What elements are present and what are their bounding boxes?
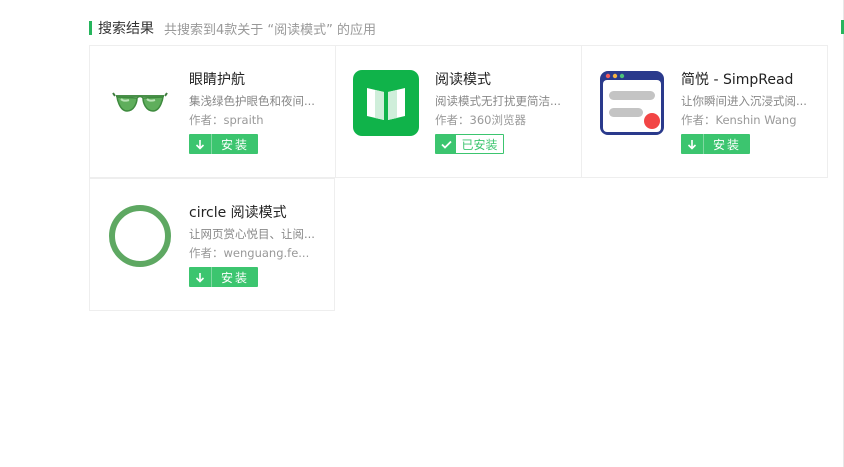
author-name: 360浏览器 [469,113,526,127]
app-grid: 眼睛护航 集浅绿色护眼色和夜间... 作者：spraith 安装 阅读模式 阅读… [89,45,828,311]
header-accent-bar [89,21,92,35]
app-author: 作者：spraith [189,112,324,128]
download-arrow-icon [189,134,212,154]
app-description: 让你瞬间进入沉浸式阅... [681,94,807,108]
installed-button-label: 已安装 [461,137,498,152]
app-author: 作者：Kenshin Wang [681,112,816,128]
install-button[interactable]: 安装 [681,134,750,154]
author-label: 作者： [681,113,716,127]
app-author: 作者：360浏览器 [435,112,570,128]
author-label: 作者： [189,246,224,260]
app-info: 眼睛护航 集浅绿色护眼色和夜间... 作者：spraith 安装 [189,71,324,154]
green-sunglasses-icon[interactable] [105,68,175,138]
app-author: 作者：wenguang.fe... [189,245,324,261]
app-card[interactable]: 简悦 - SimpRead 让你瞬间进入沉浸式阅... 作者：Kenshin W… [581,45,828,178]
browser-window-icon[interactable] [597,68,667,138]
search-results-page: 搜索结果 共搜索到4款关于 “阅读模式” 的应用 眼睛护航 集浅绿色护眼色和夜间… [0,0,844,467]
author-label: 作者： [189,113,224,127]
author-name: spraith [223,113,264,127]
installed-button[interactable]: 已安装 [435,134,504,154]
app-info: 简悦 - SimpRead 让你瞬间进入沉浸式阅... 作者：Kenshin W… [681,71,816,154]
app-description: 集浅绿色护眼色和夜间... [189,94,315,108]
app-card[interactable]: 阅读模式 阅读模式无打扰更简洁... 作者：360浏览器 已安装 [335,45,581,178]
results-header: 搜索结果 共搜索到4款关于 “阅读模式” 的应用 [89,18,376,38]
app-description: 让网页赏心悦目、让阅... [189,227,315,241]
app-info: circle 阅读模式 让网页赏心悦目、让阅... 作者：wenguang.fe… [189,204,324,287]
install-button-label: 安装 [220,270,249,285]
app-name[interactable]: circle 阅读模式 [189,204,324,222]
install-button-label: 安装 [712,137,741,152]
results-title: 搜索结果 [98,21,154,37]
app-name[interactable]: 眼睛护航 [189,71,324,89]
green-ring-icon[interactable] [105,201,175,271]
author-name: wenguang.fe... [223,246,310,260]
app-name[interactable]: 简悦 - SimpRead [681,71,816,89]
app-card[interactable]: 眼睛护航 集浅绿色护眼色和夜间... 作者：spraith 安装 [89,45,335,178]
results-count-text: 共搜索到4款关于 “阅读模式” 的应用 [164,22,377,38]
app-card[interactable]: circle 阅读模式 让网页赏心悦目、让阅... 作者：wenguang.fe… [89,178,335,311]
app-description: 阅读模式无打扰更简洁... [435,94,561,108]
app-info: 阅读模式 阅读模式无打扰更简洁... 作者：360浏览器 已安装 [435,71,570,154]
author-label: 作者： [435,113,470,127]
download-arrow-icon [681,134,704,154]
checkmark-icon [436,135,456,153]
app-name[interactable]: 阅读模式 [435,71,570,89]
install-button[interactable]: 安装 [189,134,258,154]
install-button[interactable]: 安装 [189,267,258,287]
author-name: Kenshin Wang [715,113,797,127]
install-button-label: 安装 [220,137,249,152]
open-book-icon[interactable] [351,68,421,138]
download-arrow-icon [189,267,212,287]
